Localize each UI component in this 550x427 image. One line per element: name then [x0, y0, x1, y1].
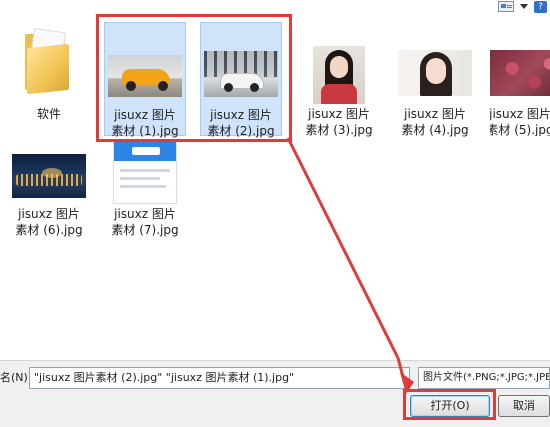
annotation-arrow-icon — [286, 137, 414, 394]
